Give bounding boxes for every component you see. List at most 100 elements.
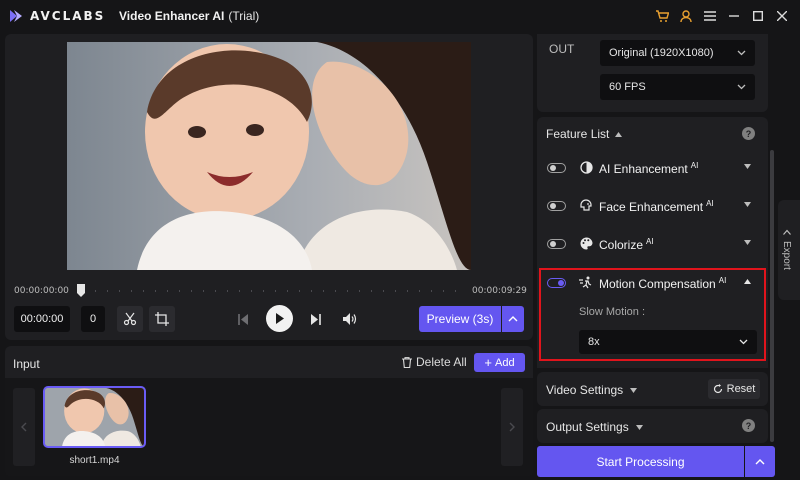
out-label: OUT (549, 42, 575, 56)
right-panel-scrollbar[interactable] (770, 150, 774, 442)
playhead-handle[interactable] (77, 284, 85, 297)
close-icon[interactable] (774, 8, 790, 24)
current-time-field[interactable]: 00:00:00 (14, 306, 70, 332)
caret-down-icon (635, 424, 643, 430)
chevron-right-icon (509, 422, 515, 432)
feature-label: Colorize AI (599, 237, 654, 252)
cart-icon[interactable] (654, 8, 670, 24)
user-icon[interactable] (678, 8, 694, 24)
file-thumbnail[interactable] (43, 386, 146, 448)
chevron-down-icon (737, 50, 746, 56)
face-enhancement-toggle[interactable] (547, 201, 566, 211)
delete-all-button[interactable]: Delete All (402, 355, 467, 369)
trash-icon (402, 356, 412, 368)
minimize-icon[interactable] (726, 8, 742, 24)
cut-button[interactable] (117, 306, 143, 332)
caret-down-icon[interactable] (744, 202, 751, 207)
video-settings-panel: Video Settings Reset (537, 372, 768, 406)
chevron-left-icon (782, 229, 791, 235)
fps-select[interactable]: 60 FPS (600, 74, 755, 100)
avclabs-logo-icon (10, 10, 22, 22)
input-file-area: short1.mp4 (5, 378, 533, 476)
chevron-up-icon (508, 316, 518, 322)
reset-icon (713, 384, 722, 394)
fps-value: 60 FPS (609, 81, 646, 93)
video-still-image (67, 42, 471, 270)
export-label-wrap: Export (781, 228, 792, 270)
app-title: Video Enhancer AI (Trial) (119, 9, 259, 23)
next-frame-icon[interactable] (311, 314, 321, 325)
scroll-right-button[interactable] (501, 388, 523, 466)
help-icon[interactable]: ? (742, 127, 755, 140)
start-options-button[interactable] (745, 446, 775, 477)
resolution-select[interactable]: Original (1920X1080) (600, 40, 755, 66)
feature-label: Face Enhancement AI (599, 199, 714, 214)
menu-icon[interactable] (702, 8, 718, 24)
crop-button[interactable] (149, 306, 175, 332)
time-start-label: 00:00:00:00 (14, 286, 69, 296)
feature-face-enhancement: Face Enhancement AI (537, 188, 768, 224)
export-tab[interactable]: Export (778, 200, 800, 300)
app-title-text: Video Enhancer AI (119, 9, 225, 23)
preview-button[interactable]: Preview (3s) (419, 306, 501, 332)
scroll-left-button[interactable] (13, 388, 35, 466)
file-name: short1.mp4 (69, 455, 120, 466)
feature-colorize: Colorize AI (537, 226, 768, 262)
output-format-panel: OUT Original (1920X1080) 60 FPS (537, 34, 768, 112)
feature-list-title: Feature List (546, 127, 610, 141)
contrast-icon (579, 160, 593, 174)
video-settings-title: Video Settings (546, 383, 624, 397)
reset-button[interactable]: Reset (708, 379, 760, 399)
timeline-track[interactable] (83, 290, 464, 292)
feature-list-header[interactable]: Feature List (546, 127, 623, 141)
highlight-box (539, 268, 766, 361)
output-settings-header[interactable]: Output Settings (546, 420, 643, 434)
previous-frame-icon[interactable] (238, 314, 248, 325)
plus-icon: + (484, 355, 492, 370)
ai-badge: AI (706, 199, 714, 208)
time-end-label: 00:00:09:29 (472, 286, 527, 296)
video-frame[interactable] (67, 42, 471, 270)
colorize-toggle[interactable] (547, 239, 566, 249)
export-label: Export (781, 241, 792, 270)
input-panel: Input Delete All + Add short1.mp4 (5, 346, 533, 476)
title-bar: AVCLABS Video Enhancer AI (Trial) (0, 0, 800, 32)
chevron-up-icon (755, 458, 765, 464)
feature-ai-enhancement: AI Enhancement AI (537, 150, 768, 186)
brand-name: AVCLABS (30, 9, 106, 23)
help-icon[interactable]: ? (742, 419, 755, 432)
trial-label: (Trial) (228, 9, 260, 23)
delete-all-label: Delete All (416, 355, 467, 369)
volume-icon[interactable] (343, 313, 357, 325)
maximize-icon[interactable] (750, 8, 766, 24)
ai-enhancement-toggle[interactable] (547, 163, 566, 173)
frame-field[interactable]: 0 (81, 306, 105, 332)
add-button[interactable]: + Add (474, 353, 525, 372)
caret-down-icon (630, 387, 638, 393)
crop-icon (155, 312, 169, 326)
add-label: Add (495, 356, 515, 369)
ai-badge: AI (690, 161, 699, 170)
output-settings-panel: Output Settings ? (537, 409, 768, 443)
play-button[interactable] (266, 305, 293, 332)
caret-up-icon (615, 131, 623, 137)
play-icon (276, 313, 284, 324)
start-processing-button[interactable]: Start Processing (537, 446, 744, 477)
resolution-value: Original (1920X1080) (609, 47, 714, 59)
ai-badge: AI (646, 237, 654, 246)
thumbnail-image (45, 388, 144, 446)
input-title: Input (13, 357, 40, 371)
caret-down-icon[interactable] (744, 164, 751, 169)
video-preview-panel: 00:00:00:00 00:00:09:29 00:00:00 0 Previ… (5, 34, 533, 340)
preview-options-button[interactable] (502, 306, 524, 332)
reset-label: Reset (726, 383, 756, 395)
chevron-down-icon (737, 84, 746, 90)
scissors-icon (123, 312, 137, 326)
chevron-left-icon (21, 422, 27, 432)
palette-icon (579, 236, 593, 250)
video-settings-header[interactable]: Video Settings (546, 383, 638, 397)
feature-label: AI Enhancement AI (599, 161, 699, 176)
output-settings-title: Output Settings (546, 420, 629, 434)
caret-down-icon[interactable] (744, 240, 751, 245)
face-icon (579, 198, 593, 212)
